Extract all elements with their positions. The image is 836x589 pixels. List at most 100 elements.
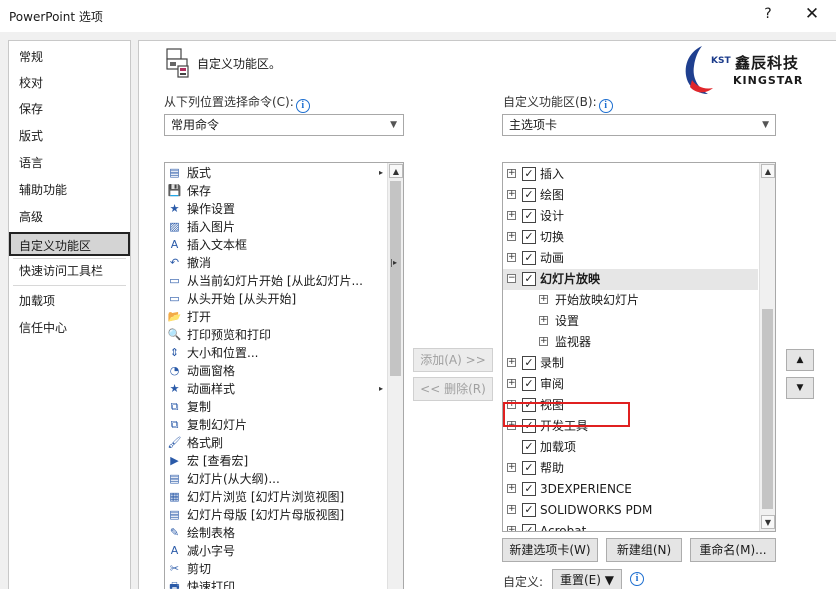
- command-item[interactable]: ▤ 幻灯片母版 [幻灯片母版视图]: [165, 506, 387, 524]
- ribbon-tab-item[interactable]: + ✓ 设计: [503, 206, 758, 227]
- command-item[interactable]: ▤ 版式 ▸: [165, 164, 387, 182]
- info-icon[interactable]: i: [598, 99, 613, 113]
- ribbon-tab-item[interactable]: + ✓ 绘图: [503, 185, 758, 206]
- new-tab-button[interactable]: 新建选项卡(W): [502, 538, 598, 562]
- expand-icon[interactable]: +: [507, 211, 516, 220]
- ribbon-group-item[interactable]: + 开始放映幻灯片: [503, 290, 758, 311]
- tab-checkbox[interactable]: ✓: [522, 377, 536, 391]
- tab-checkbox[interactable]: ✓: [522, 251, 536, 265]
- add-button[interactable]: 添加(A) >>: [413, 348, 493, 372]
- tabs-scrollbar[interactable]: ▲ ▼: [759, 163, 775, 531]
- tab-checkbox[interactable]: ✓: [522, 209, 536, 223]
- command-item[interactable]: ✎ 绘制表格: [165, 524, 387, 542]
- tab-checkbox[interactable]: ✓: [522, 356, 536, 370]
- command-item[interactable]: ↶ 撤消 |▸: [165, 254, 397, 272]
- tab-checkbox[interactable]: ✓: [522, 440, 536, 454]
- expand-icon[interactable]: +: [507, 169, 516, 178]
- scroll-down-icon[interactable]: ▼: [761, 515, 775, 529]
- tab-checkbox[interactable]: ✓: [522, 167, 536, 181]
- tab-checkbox[interactable]: ✓: [522, 272, 536, 286]
- command-item[interactable]: ◔ 动画窗格: [165, 362, 387, 380]
- reset-button[interactable]: 重置(E) ▼: [552, 569, 622, 589]
- tab-checkbox[interactable]: ✓: [522, 524, 536, 531]
- tab-checkbox[interactable]: ✓: [522, 230, 536, 244]
- scroll-thumb[interactable]: [390, 181, 401, 376]
- command-item[interactable]: ▭ 从头开始 [从头开始]: [165, 290, 387, 308]
- nav-item[interactable]: 语言: [9, 151, 130, 175]
- command-item[interactable]: 🔍 打印预览和打印: [165, 326, 387, 344]
- command-item[interactable]: ▨ 插入图片: [165, 218, 387, 236]
- expand-icon[interactable]: +: [539, 316, 548, 325]
- help-button[interactable]: ?: [758, 6, 778, 22]
- move-up-button[interactable]: ▲: [786, 349, 814, 371]
- nav-item[interactable]: 自定义功能区: [9, 232, 130, 256]
- tab-checkbox[interactable]: ✓: [522, 188, 536, 202]
- tab-checkbox[interactable]: ✓: [522, 461, 536, 475]
- ribbon-tab-item[interactable]: + ✓ 切换: [503, 227, 758, 248]
- info-icon[interactable]: i: [630, 572, 644, 586]
- command-item[interactable]: ⧉ 复制幻灯片: [165, 416, 387, 434]
- ribbon-tab-item[interactable]: ✓ 加载项: [503, 437, 758, 458]
- command-item[interactable]: 💾 保存: [165, 182, 387, 200]
- nav-item[interactable]: 快速访问工具栏: [9, 259, 130, 283]
- ribbon-tab-item[interactable]: + ✓ Acrobat: [503, 521, 758, 531]
- expand-icon[interactable]: +: [507, 505, 516, 514]
- nav-item[interactable]: 校对: [9, 71, 130, 95]
- customize-ribbon-combo[interactable]: 主选项卡 ▼: [502, 114, 776, 136]
- ribbon-group-item[interactable]: + 设置: [503, 311, 758, 332]
- scroll-thumb[interactable]: [762, 309, 773, 509]
- ribbon-tabs-tree[interactable]: ▲ ▼ + ✓ 插入 + ✓ 绘图 + ✓ 设计 + ✓ 切换 + ✓ 动画 − ✓ 幻灯片放映 + 开始放映幻灯片 +…: [502, 162, 776, 532]
- tab-checkbox[interactable]: ✓: [522, 503, 536, 517]
- ribbon-tab-item[interactable]: + ✓ 动画: [503, 248, 758, 269]
- nav-item[interactable]: 版式: [9, 124, 130, 148]
- nav-item[interactable]: 保存: [9, 97, 130, 121]
- nav-item[interactable]: 加载项: [9, 289, 130, 313]
- expand-icon[interactable]: +: [507, 379, 516, 388]
- collapse-icon[interactable]: −: [507, 274, 516, 283]
- scroll-up-icon[interactable]: ▲: [761, 164, 775, 178]
- expand-icon[interactable]: +: [507, 358, 516, 367]
- commands-list[interactable]: ▲ ▤ 版式 ▸ 💾 保存 ★ 操作设置 ▨ 插入图片 A 插入文本框 ↶ 撤消 |▸ ▭ 从当前幻灯片开始 …: [164, 162, 404, 589]
- ribbon-tab-item[interactable]: + ✓ SOLIDWORKS PDM: [503, 500, 758, 521]
- new-group-button[interactable]: 新建组(N): [606, 538, 682, 562]
- close-button[interactable]: ✕: [800, 4, 824, 24]
- ribbon-tab-item[interactable]: + ✓ 插入: [503, 164, 758, 185]
- expand-icon[interactable]: +: [507, 232, 516, 241]
- commands-scrollbar[interactable]: ▲: [387, 163, 403, 589]
- command-item[interactable]: ★ 动画样式 ▸: [165, 380, 387, 398]
- info-icon[interactable]: i: [295, 99, 310, 113]
- command-item[interactable]: 📂 打开: [165, 308, 387, 326]
- tab-checkbox[interactable]: ✓: [522, 482, 536, 496]
- command-item[interactable]: 🖌 格式刷: [165, 434, 387, 452]
- expand-icon[interactable]: +: [539, 295, 548, 304]
- ribbon-group-item[interactable]: + 监视器: [503, 332, 758, 353]
- command-item[interactable]: A 插入文本框: [165, 236, 387, 254]
- command-item[interactable]: ★ 操作设置: [165, 200, 387, 218]
- command-item[interactable]: ⇕ 大小和位置...: [165, 344, 387, 362]
- ribbon-tab-item[interactable]: + ✓ 录制: [503, 353, 758, 374]
- expand-icon[interactable]: +: [539, 337, 548, 346]
- command-item[interactable]: A 减小字号: [165, 542, 387, 560]
- remove-button[interactable]: << 删除(R): [413, 377, 493, 401]
- choose-commands-combo[interactable]: 常用命令 ▼: [164, 114, 404, 136]
- nav-item[interactable]: 辅助功能: [9, 178, 130, 202]
- nav-item[interactable]: 常规: [9, 45, 130, 69]
- command-item[interactable]: ▦ 幻灯片浏览 [幻灯片浏览视图]: [165, 488, 387, 506]
- ribbon-tab-item[interactable]: − ✓ 幻灯片放映: [503, 269, 758, 290]
- rename-button[interactable]: 重命名(M)...: [690, 538, 776, 562]
- command-item[interactable]: ▤ 幻灯片(从大纲)...: [165, 470, 387, 488]
- move-down-button[interactable]: ▼: [786, 377, 814, 399]
- expand-icon[interactable]: +: [507, 253, 516, 262]
- command-item[interactable]: ▶ 宏 [查看宏]: [165, 452, 387, 470]
- command-item[interactable]: ✂ 剪切: [165, 560, 387, 578]
- expand-icon[interactable]: +: [507, 526, 516, 531]
- expand-icon[interactable]: +: [507, 463, 516, 472]
- ribbon-tab-item[interactable]: + ✓ 审阅: [503, 374, 758, 395]
- command-item[interactable]: ⧉ 复制: [165, 398, 387, 416]
- nav-item[interactable]: 高级: [9, 205, 130, 229]
- nav-item[interactable]: 信任中心: [9, 316, 130, 340]
- command-item[interactable]: 🖶 快速打印: [165, 578, 387, 589]
- ribbon-tab-item[interactable]: + ✓ 3DEXPERIENCE: [503, 479, 758, 500]
- ribbon-tab-item[interactable]: + ✓ 帮助: [503, 458, 758, 479]
- expand-icon[interactable]: +: [507, 190, 516, 199]
